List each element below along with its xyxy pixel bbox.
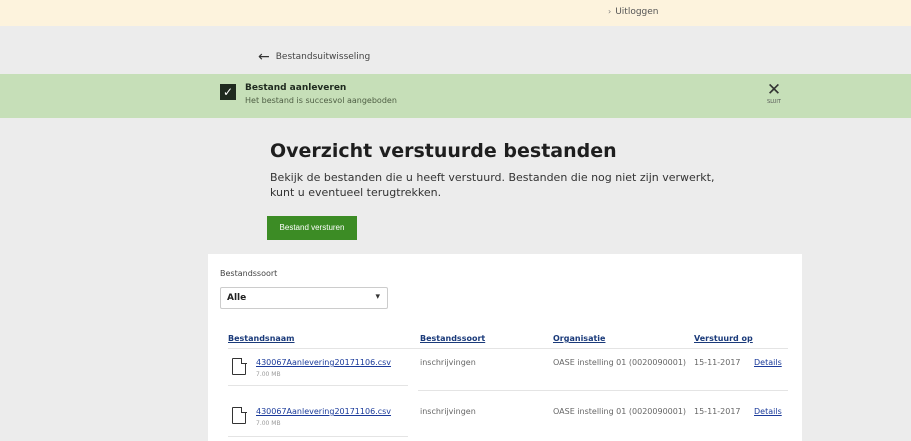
caret-down-icon: ▾ xyxy=(375,292,380,302)
top-bar: › Uitloggen xyxy=(0,0,911,26)
page-title: Overzicht verstuurde bestanden xyxy=(270,140,617,162)
details-link[interactable]: Details xyxy=(754,358,782,367)
details-link[interactable]: Details xyxy=(754,407,782,416)
column-header-filetype[interactable]: Bestandssoort xyxy=(420,334,485,343)
logout-link[interactable]: › Uitloggen xyxy=(608,7,659,17)
checkmark-icon: ✓ xyxy=(220,84,236,100)
header-divider xyxy=(228,348,788,349)
logout-label: Uitloggen xyxy=(615,7,659,17)
column-header-organisation[interactable]: Organisatie xyxy=(553,334,605,343)
file-name-link[interactable]: 430067Aanlevering20171106.csv xyxy=(256,407,391,416)
file-icon xyxy=(232,357,247,375)
page-intro: Bekijk de bestanden die u heeft verstuur… xyxy=(270,171,715,199)
filter-label: Bestandssoort xyxy=(220,269,278,278)
file-name-link[interactable]: 430067Aanlevering20171106.csv xyxy=(256,358,391,367)
back-link[interactable]: ← Bestandsuitwisseling xyxy=(258,48,371,65)
row-divider xyxy=(228,385,408,386)
notification-subtitle: Het bestand is succesvol aangeboden xyxy=(245,96,397,105)
date-cell: 15-11-2017 xyxy=(694,358,741,367)
back-label: Bestandsuitwisseling xyxy=(275,52,371,62)
chevron-right-icon: › xyxy=(608,7,612,16)
date-cell: 15-11-2017 xyxy=(694,407,741,416)
file-icon xyxy=(232,406,247,424)
row-divider xyxy=(228,436,408,437)
organisation-cell: OASE instelling 01 (0020090001) xyxy=(553,407,687,416)
file-size: 7.00 MB xyxy=(256,371,281,378)
file-size: 7.00 MB xyxy=(256,420,281,427)
file-type-cell: inschrijvingen xyxy=(420,358,476,367)
close-icon: ✕ xyxy=(766,80,782,100)
arrow-left-icon: ← xyxy=(258,48,270,65)
column-header-sent-on[interactable]: Verstuurd op xyxy=(694,334,753,343)
files-panel: Bestandssoort Alle ▾ Bestandsnaam Bestan… xyxy=(208,254,802,441)
send-file-button[interactable]: Bestand versturen xyxy=(267,216,357,240)
row-divider xyxy=(418,390,788,391)
notification-title: Bestand aanleveren xyxy=(245,83,347,93)
close-label: SLUIT xyxy=(767,99,781,105)
column-header-filename[interactable]: Bestandsnaam xyxy=(228,334,295,343)
file-type-select-value: Alle xyxy=(227,293,247,303)
close-button[interactable]: ✕ SLUIT xyxy=(764,80,784,106)
success-notification: Bestand aanleveren Het bestand is succes… xyxy=(0,74,911,118)
file-type-cell: inschrijvingen xyxy=(420,407,476,416)
file-type-select[interactable]: Alle ▾ xyxy=(220,287,388,309)
organisation-cell: OASE instelling 01 (0020090001) xyxy=(553,358,687,367)
